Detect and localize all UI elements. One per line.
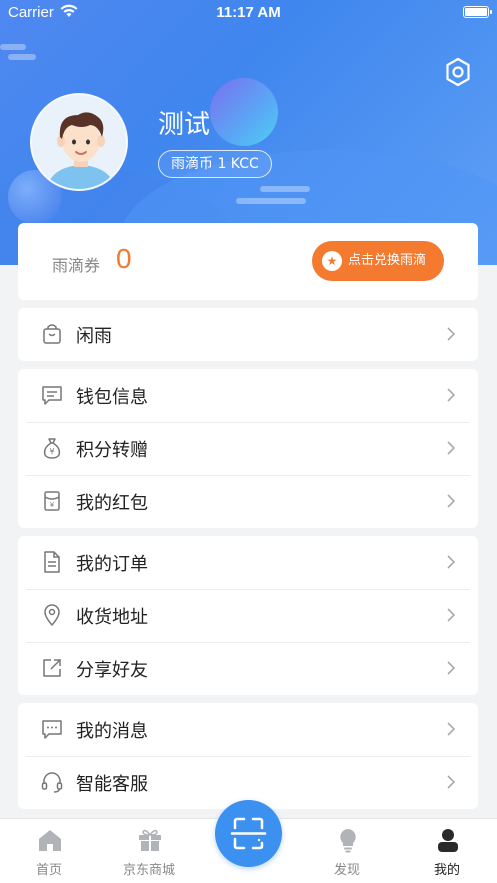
- chevron-right-icon: [447, 327, 456, 341]
- menu-item-my-messages[interactable]: 我的消息: [18, 703, 478, 756]
- chevron-right-icon: [447, 494, 456, 508]
- chevron-right-icon: [447, 388, 456, 402]
- bag-icon: [43, 324, 61, 344]
- voucher-card: 雨滴券 0 ★ 点击兑换雨滴: [18, 223, 478, 300]
- battery-icon: [463, 6, 492, 18]
- chat-icon: [42, 720, 62, 739]
- scan-button[interactable]: [215, 800, 282, 867]
- chevron-right-icon: [447, 661, 456, 675]
- svg-text:¥: ¥: [49, 447, 54, 456]
- red-envelope-icon: ¥: [44, 491, 60, 511]
- menu-item-label: 积分转赠: [76, 440, 148, 461]
- menu-group: 我的订单 收货地址 分享好友: [18, 536, 478, 695]
- menu-item-points-transfer[interactable]: ¥ 积分转赠: [18, 422, 478, 475]
- money-bag-icon: ¥: [43, 438, 61, 459]
- header-line-decoration: [236, 198, 306, 204]
- tab-label: 发现: [333, 863, 360, 878]
- chevron-right-icon: [447, 441, 456, 455]
- tab-label: 京东商城: [122, 863, 175, 878]
- tab-jd-mall[interactable]: 京东商城: [104, 819, 194, 883]
- tab-home[interactable]: 首页: [4, 819, 94, 883]
- header-orb-decoration: [210, 78, 278, 146]
- tab-mine[interactable]: 我的: [402, 819, 492, 883]
- exchange-raindrop-button[interactable]: ★ 点击兑换雨滴: [312, 241, 444, 281]
- chevron-right-icon: [447, 608, 456, 622]
- tab-label: 首页: [35, 863, 62, 878]
- menu-item-label: 钱包信息: [76, 387, 148, 408]
- menu-item-shipping-address[interactable]: 收货地址: [18, 589, 478, 642]
- header-line-decoration: [260, 186, 310, 192]
- headset-icon: [41, 772, 63, 793]
- menu-item-my-orders[interactable]: 我的订单: [18, 536, 478, 589]
- voucher-label: 雨滴券: [52, 256, 101, 275]
- menu-group: 我的消息 智能客服: [18, 703, 478, 809]
- menu-item-red-envelope[interactable]: ¥ 我的红包: [18, 475, 478, 528]
- chevron-right-icon: [447, 555, 456, 569]
- profile-icon: [438, 829, 458, 852]
- tab-label: 我的: [433, 863, 460, 878]
- share-icon: [43, 659, 61, 677]
- username: 测试: [158, 110, 211, 140]
- svg-text:¥: ¥: [50, 501, 55, 509]
- chevron-right-icon: [447, 775, 456, 789]
- header-line-decoration: [8, 54, 36, 60]
- status-bar: Carrier 11:17 AM: [0, 0, 497, 26]
- location-pin-icon: [44, 604, 60, 626]
- avatar-illustration: [32, 95, 126, 189]
- document-icon: [44, 551, 60, 573]
- menu-item-label: 我的消息: [76, 721, 148, 742]
- menu-item-label: 收货地址: [76, 607, 148, 628]
- message-icon: [42, 386, 62, 405]
- voucher-count: 0: [116, 243, 132, 274]
- menu-item-label: 智能客服: [76, 774, 148, 795]
- coin-balance-badge[interactable]: 雨滴币 1 KCC: [158, 150, 272, 178]
- header-line-decoration: [0, 44, 26, 50]
- scan-icon: [230, 817, 267, 850]
- avatar[interactable]: [30, 93, 128, 191]
- tab-discover[interactable]: 发现: [302, 819, 392, 883]
- menu-item-label: 我的红包: [76, 493, 148, 514]
- menu-item-idle-rain[interactable]: 闲雨: [18, 308, 478, 361]
- status-time: 11:17 AM: [216, 4, 281, 21]
- home-icon: [39, 830, 61, 851]
- lightbulb-icon: [340, 829, 356, 853]
- menu-item-wallet-info[interactable]: 钱包信息: [18, 369, 478, 422]
- menu-item-label: 我的订单: [76, 554, 148, 575]
- menu-item-label: 闲雨: [76, 326, 112, 347]
- gift-icon: [139, 829, 161, 851]
- exchange-star-icon: ★: [322, 251, 342, 271]
- menu-group: 闲雨: [18, 308, 478, 361]
- exchange-button-label: 点击兑换雨滴: [348, 253, 427, 268]
- menu-group: 钱包信息 ¥ 积分转赠 ¥ 我的红包: [18, 369, 478, 528]
- menu-item-share-friends[interactable]: 分享好友: [18, 642, 478, 695]
- chevron-right-icon: [447, 722, 456, 736]
- settings-gear-icon[interactable]: [442, 56, 474, 88]
- menu-item-label: 分享好友: [76, 660, 148, 681]
